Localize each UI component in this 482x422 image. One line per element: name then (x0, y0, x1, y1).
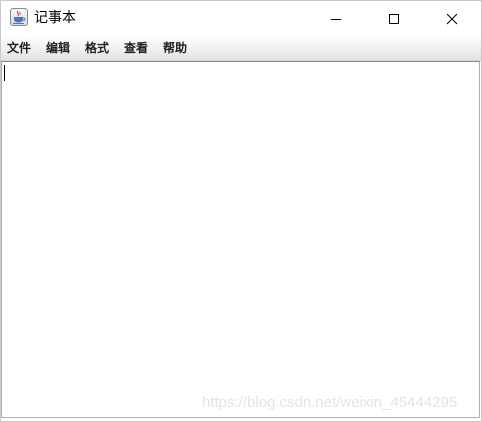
text-editor-area[interactable] (1, 61, 480, 418)
menu-bar: 文件 编辑 格式 查看 帮助 (1, 36, 481, 61)
menu-edit[interactable]: 编辑 (45, 39, 71, 57)
maximize-button[interactable] (371, 1, 417, 36)
close-button[interactable] (429, 1, 475, 36)
java-cup-icon (10, 8, 28, 26)
title-bar[interactable]: 记事本 (1, 1, 481, 36)
notepad-window: 记事本 文件 编辑 格式 查看 帮助 https://blog.csdn.net… (0, 0, 482, 422)
window-title: 记事本 (34, 10, 76, 26)
minimize-icon (331, 18, 341, 20)
watermark-text: https://blog.csdn.net/weixin_45444295 (202, 394, 458, 411)
menu-view[interactable]: 查看 (123, 39, 149, 57)
menu-file[interactable]: 文件 (6, 39, 32, 57)
menu-format[interactable]: 格式 (84, 39, 110, 57)
text-caret (4, 65, 5, 81)
minimize-button[interactable] (313, 1, 359, 36)
menu-help[interactable]: 帮助 (162, 39, 188, 57)
close-icon (446, 13, 458, 24)
maximize-icon (389, 13, 399, 24)
